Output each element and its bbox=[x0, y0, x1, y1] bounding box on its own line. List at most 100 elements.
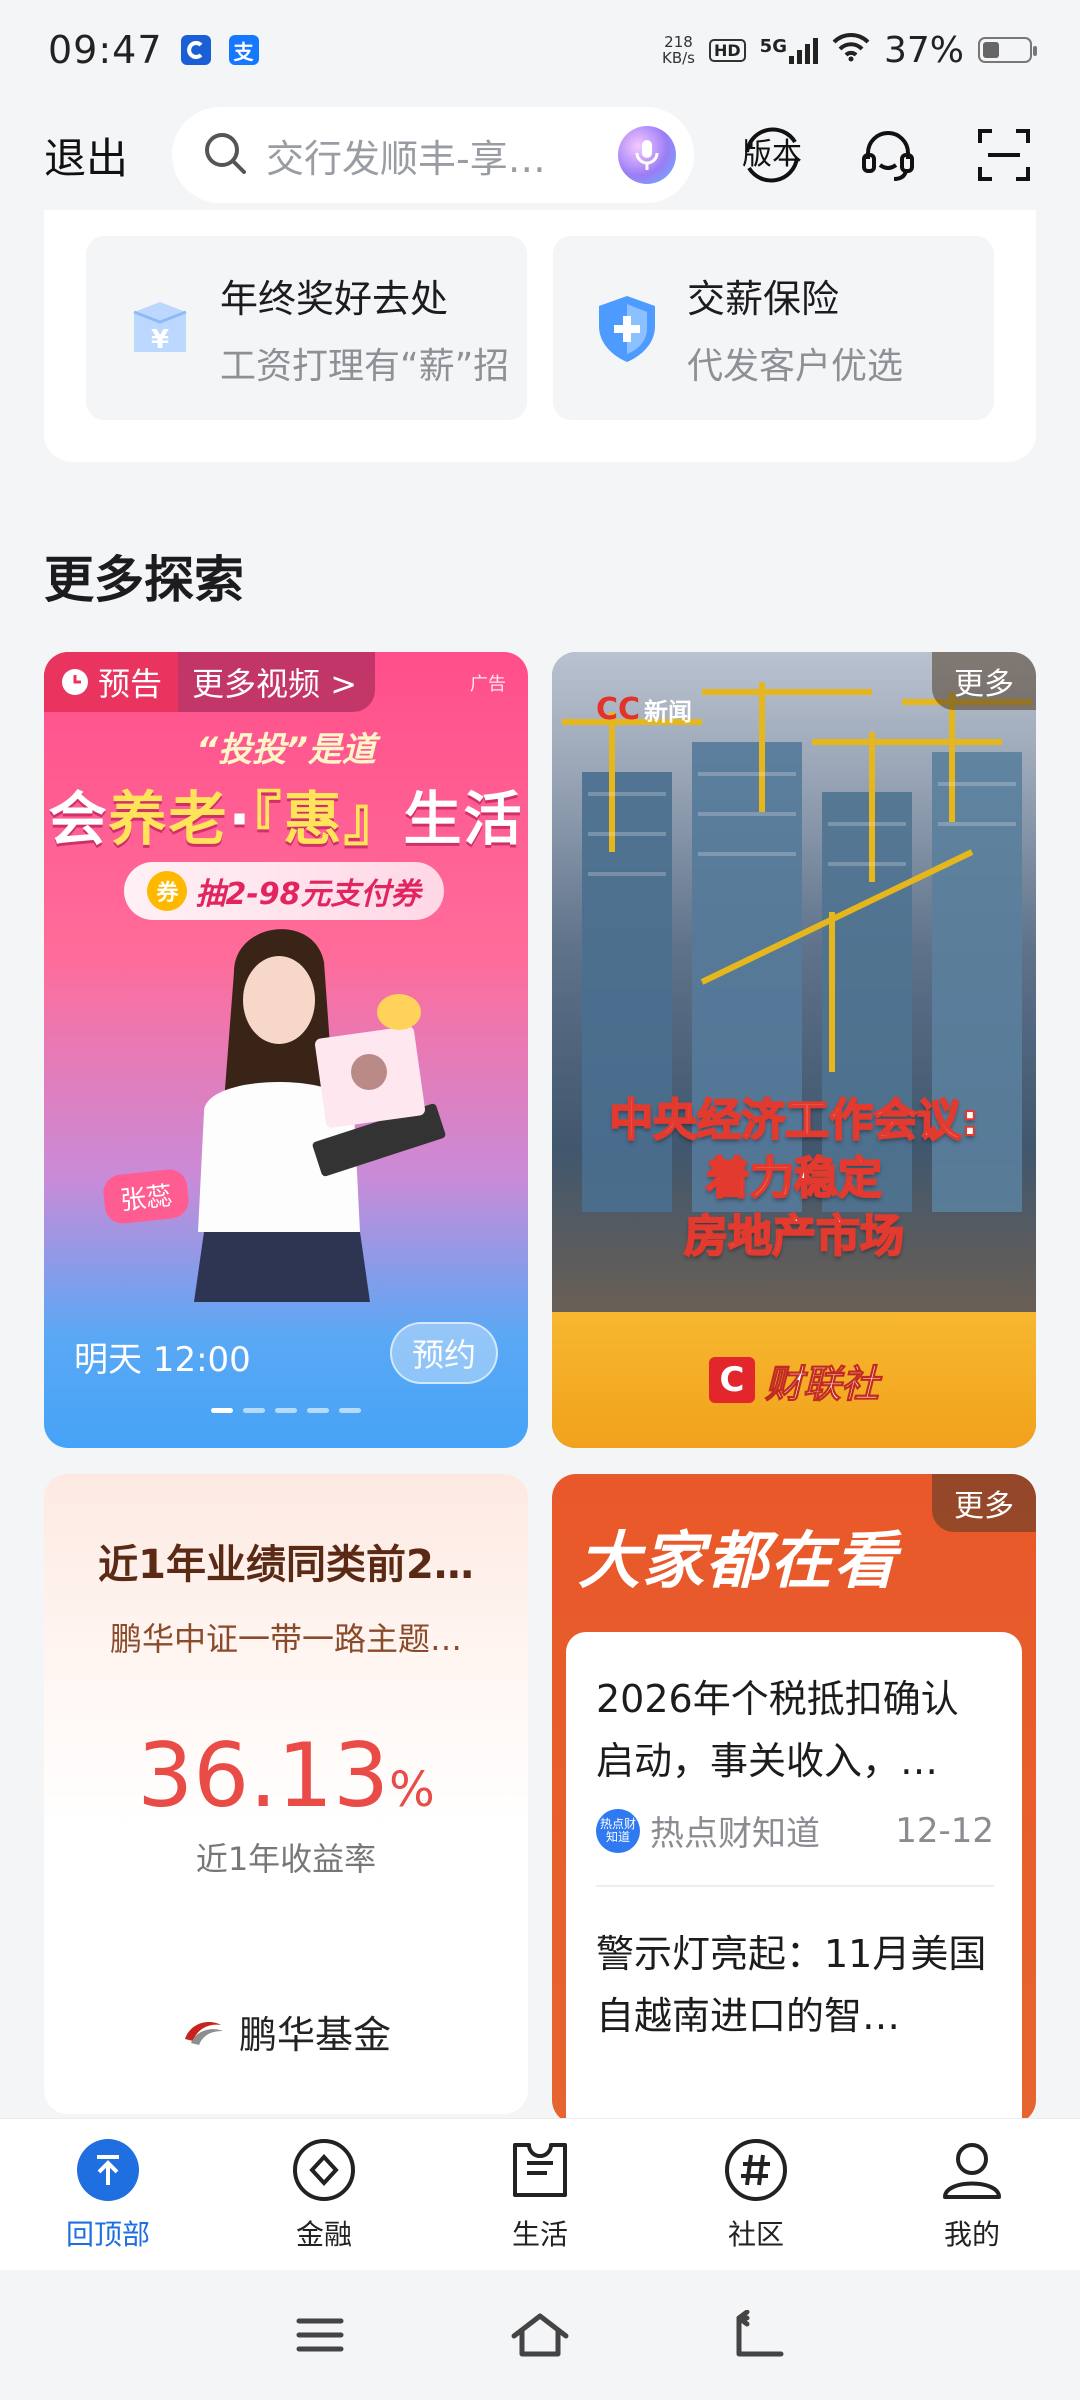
nav-community[interactable]: 社区 bbox=[648, 2119, 864, 2270]
trending-news-tile[interactable]: 大家都在看 更多 2026年个税抵扣确认启动，事关收入，… 热点财知道 热点财知… bbox=[552, 1474, 1036, 2124]
network-speed-value: 218 bbox=[664, 33, 693, 51]
preview-label: 预告 bbox=[44, 652, 179, 712]
news-headline-line: 中央经济工作会议: bbox=[608, 1094, 980, 1147]
news-video-tile[interactable]: CC 新闻 更多 中央经济工作会议: 着力稳定 房地产市场 C 财联社 bbox=[552, 652, 1036, 1448]
back-icon[interactable] bbox=[730, 2305, 790, 2365]
news-headline-line: 房地产市场 bbox=[683, 1210, 905, 1263]
preview-badge: 预告 更多视频 > bbox=[44, 652, 376, 712]
nav-label: 社区 bbox=[727, 2218, 784, 2251]
exit-button[interactable]: 退出 bbox=[44, 125, 128, 186]
ad-headline-part: 生活 bbox=[403, 785, 524, 853]
trending-more-button[interactable]: 更多 bbox=[932, 1474, 1036, 1532]
presenter-name-tag: 张蕊 bbox=[101, 1167, 191, 1226]
svg-text:¥: ¥ bbox=[151, 325, 169, 355]
carousel-dot bbox=[275, 1408, 297, 1413]
trending-list: 2026年个税抵扣确认启动，事关收入，… 热点财知道 热点财知道 12-12 警… bbox=[566, 1632, 1022, 2124]
service-year-end-bonus[interactable]: ¥ 年终奖好去处 工资打理有“薪”招 bbox=[86, 236, 527, 420]
news-more-button[interactable]: 更多 bbox=[932, 652, 1036, 710]
ad-headline-part: 会 bbox=[48, 785, 109, 853]
trending-item-title: 警示灯亮起：11月美国自越南进口的智… bbox=[596, 1932, 987, 2038]
system-navigation-bar bbox=[0, 2270, 1080, 2400]
yuan-box-icon: ¥ bbox=[122, 290, 198, 366]
trending-item[interactable]: 警示灯亮起：11月美国自越南进口的智… bbox=[596, 1923, 994, 2047]
coupon-badge: 券 bbox=[147, 871, 188, 911]
top-bar: 退出 交行发顺丰-享… 版本 bbox=[0, 100, 1080, 210]
more-videos-link[interactable]: 更多视频 > bbox=[178, 659, 375, 705]
life-ticket-icon bbox=[507, 2137, 573, 2203]
fund-return-rate: 36.13% bbox=[44, 1724, 528, 1827]
ad-headline: 会养老·『惠』生活 bbox=[44, 772, 528, 856]
ad-tag: 广告 bbox=[470, 674, 506, 695]
nav-label: 回顶部 bbox=[65, 2218, 150, 2251]
trending-item[interactable]: 2026年个税抵扣确认启动，事关收入，… 热点财知道 热点财知道 12-12 bbox=[596, 1668, 994, 1855]
ad-slogan: “投投”是道 bbox=[196, 730, 376, 770]
profile-icon bbox=[939, 2137, 1005, 2203]
network-type-label: 5G bbox=[759, 36, 787, 57]
alipay-notification-icon: 支 bbox=[228, 35, 259, 65]
network-speed-unit: KB/s bbox=[662, 49, 695, 67]
voice-search-icon[interactable] bbox=[618, 126, 677, 184]
version-switch-button[interactable]: 版本 bbox=[736, 119, 808, 191]
finance-diamond-icon bbox=[291, 2137, 357, 2203]
nav-profile[interactable]: 我的 bbox=[864, 2119, 1080, 2270]
coupon-text: 抽2-98元支付券 bbox=[195, 877, 421, 912]
divider bbox=[596, 1885, 994, 1887]
nav-label: 生活 bbox=[511, 2218, 568, 2251]
service-salary-insurance[interactable]: 交薪保险 代发客户优选 bbox=[553, 236, 994, 420]
home-icon[interactable] bbox=[510, 2305, 570, 2365]
hot-finance-source-icon: 热点财知道 bbox=[596, 1808, 640, 1853]
version-switch-label: 版本 bbox=[742, 137, 802, 172]
search-icon bbox=[202, 130, 248, 180]
carousel-dot bbox=[211, 1408, 233, 1413]
cctv-news-logo: CC 新闻 bbox=[596, 692, 692, 727]
fund-company: 鹏华基金 bbox=[44, 2004, 528, 2059]
news-headline-line: 着力稳定 bbox=[705, 1152, 883, 1205]
cctv-news-logo-text: 新闻 bbox=[644, 698, 693, 726]
fund-company-name: 鹏华基金 bbox=[238, 2013, 391, 2057]
carousel-dot bbox=[307, 1408, 329, 1413]
hd-badge: HD bbox=[709, 38, 746, 62]
live-preview-ad-tile[interactable]: 预告 更多视频 > 广告 “投投”是道 会养老·『惠』生活 券 抽2-98元支付… bbox=[44, 652, 528, 1448]
live-time: 明天 12:00 bbox=[74, 1340, 251, 1380]
search-placeholder: 交行发顺丰-享… bbox=[266, 136, 546, 181]
service-title: 年终奖好去处 bbox=[220, 276, 449, 321]
trending-item-source: 热点财知道 bbox=[650, 1814, 820, 1854]
nav-label: 我的 bbox=[943, 2218, 1000, 2251]
fund-recommendation-tile[interactable]: 近1年业绩同类前2… 鹏华中证一带一路主题… 36.13% 近1年收益率 鹏华基… bbox=[44, 1474, 528, 2114]
presenter-image bbox=[194, 929, 446, 1302]
cctv-news-logo-mark: CC bbox=[596, 692, 641, 727]
carousel-indicator bbox=[44, 1408, 528, 1413]
network-type: 5G bbox=[760, 36, 818, 64]
nav-back-to-top[interactable]: 回顶部 bbox=[0, 2119, 216, 2270]
back-to-top-icon bbox=[75, 2137, 141, 2203]
section-title-more-explore: 更多探索 bbox=[44, 551, 244, 609]
trending-item-date: 12-12 bbox=[895, 1810, 994, 1851]
carousel-dot bbox=[243, 1408, 265, 1413]
fund-return-label: 近1年收益率 bbox=[195, 1840, 377, 1878]
customer-service-icon[interactable] bbox=[852, 119, 924, 191]
trending-item-meta: 热点财知道 热点财知道 12-12 bbox=[596, 1806, 994, 1855]
ad-headline-part: 养老 bbox=[108, 785, 229, 853]
status-time: 09:47 bbox=[48, 28, 163, 72]
community-hash-icon bbox=[723, 2137, 789, 2203]
search-box[interactable]: 交行发顺丰-享… bbox=[172, 107, 695, 203]
nav-finance[interactable]: 金融 bbox=[216, 2119, 432, 2270]
fund-return-unit: % bbox=[389, 1762, 435, 1818]
nav-life[interactable]: 生活 bbox=[432, 2119, 648, 2270]
battery-level bbox=[983, 42, 1000, 58]
signal-icon bbox=[788, 36, 818, 64]
service-subtitle: 工资打理有“薪”招 bbox=[220, 345, 510, 387]
network-speed: 218 KB/s bbox=[662, 34, 695, 66]
fund-performance-title: 近1年业绩同类前2… bbox=[98, 1542, 474, 1588]
news-source-footer: C 财联社 bbox=[552, 1312, 1036, 1448]
service-card: ¥ 年终奖好去处 工资打理有“薪”招 交薪保险 代发客户优选 bbox=[44, 210, 1036, 462]
menu-icon[interactable] bbox=[290, 2305, 350, 2365]
scan-icon[interactable] bbox=[968, 119, 1040, 191]
status-bar: 09:47 支 218 KB/s HD 5G 37% bbox=[0, 0, 1080, 100]
clock-icon bbox=[62, 669, 88, 695]
service-title: 交薪保险 bbox=[687, 276, 840, 321]
wifi-icon bbox=[832, 30, 870, 71]
reserve-button[interactable]: 预约 bbox=[390, 1322, 498, 1384]
news-source: 财联社 bbox=[764, 1361, 879, 1406]
penghua-fund-logo-icon bbox=[184, 2021, 223, 2045]
